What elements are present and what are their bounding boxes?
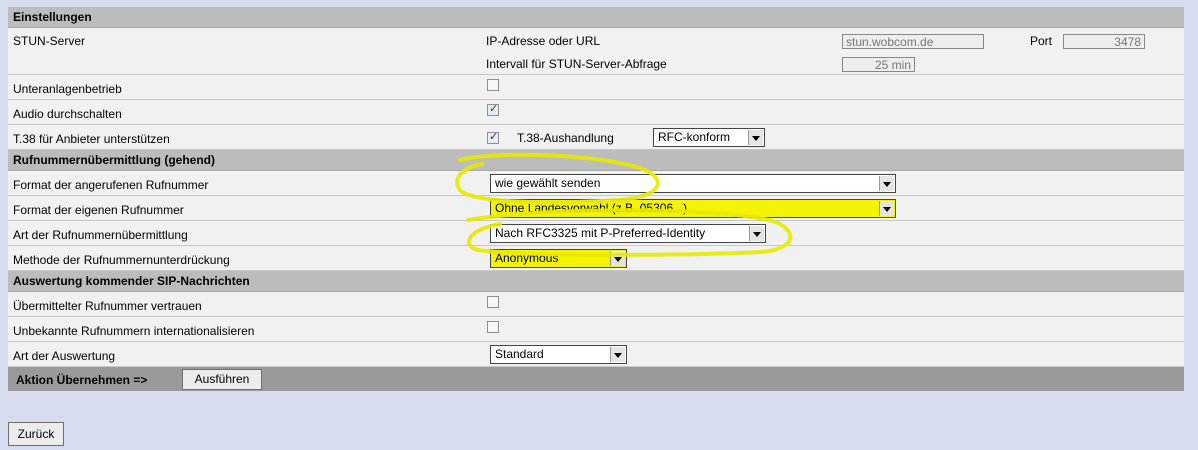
evaluation-type-value: Standard [495, 347, 544, 361]
internationalize-checkbox[interactable] [487, 321, 499, 333]
chevron-down-icon [879, 176, 894, 191]
row-transmission-type: Art der Rufnummernübermittlung Nach RFC3… [8, 221, 1184, 246]
t38-negotiation-value: RFC-konform [658, 130, 731, 144]
chevron-down-icon [748, 130, 763, 145]
section-title: Einstellungen [13, 10, 92, 24]
t38-negotiation-select[interactable]: RFC-konform [653, 128, 765, 147]
stun-port-input[interactable]: 3478 [1063, 34, 1145, 49]
transmission-type-value: Nach RFC3325 mit P-Preferred-Identity [495, 226, 706, 240]
evaluation-type-select[interactable]: Standard [490, 345, 627, 364]
row-format-called: Format der angerufenen Rufnummer wie gew… [8, 171, 1184, 196]
evaluation-type-label: Art der Auswertung [13, 349, 116, 363]
format-own-label: Format der eigenen Rufnummer [13, 203, 184, 217]
row-stun-server: STUN-Server IP-Adresse oder URL stun.wob… [8, 28, 1184, 75]
internationalize-label: Unbekannte Rufnummern internationalisier… [13, 324, 255, 338]
audio-checkbox[interactable] [487, 102, 499, 116]
format-called-value: wie gewählt senden [495, 176, 601, 190]
row-internationalize: Unbekannte Rufnummern internationalisier… [8, 317, 1184, 342]
format-called-label: Format der angerufenen Rufnummer [13, 178, 209, 192]
suppression-method-label: Methode der Rufnummernunterdrückung [13, 253, 230, 267]
interval-label: Intervall für STUN-Server-Abfrage [486, 57, 667, 71]
port-label: Port [1030, 34, 1053, 48]
transmission-type-select[interactable]: Nach RFC3325 mit P-Preferred-Identity [490, 224, 766, 243]
stun-interval-input[interactable]: 25 min [842, 57, 915, 72]
section-title: Rufnummernübermittlung (gehend) [13, 153, 215, 167]
format-own-value: Ohne Landesvorwahl (z.B. 05306...) [495, 201, 688, 215]
format-called-select[interactable]: wie gewählt senden [490, 174, 896, 193]
suppression-method-select[interactable]: Anonymous [490, 249, 627, 268]
t38-label: T.38 für Anbieter unterstützen [13, 132, 170, 146]
row-suppression-method: Methode der Rufnummernunterdrückung Anon… [8, 246, 1184, 271]
settings-panel: Einstellungen STUN-Server IP-Adresse ode… [8, 7, 1184, 391]
suppression-method-value: Anonymous [495, 251, 559, 265]
unteranlagen-label: Unteranlagenbetrieb [13, 82, 122, 96]
row-unteranlagenbetrieb: Unteranlagenbetrieb [8, 75, 1184, 100]
ip-url-label: IP-Adresse oder URL [486, 34, 601, 48]
execute-button[interactable]: Ausführen [182, 369, 262, 390]
stun-ip-input[interactable]: stun.wobcom.de [842, 34, 984, 49]
row-audio: Audio durchschalten [8, 100, 1184, 125]
stun-server-label: STUN-Server [13, 34, 86, 48]
row-format-own: Format der eigenen Rufnummer Ohne Landes… [8, 196, 1184, 221]
section-header-settings: Einstellungen [8, 7, 1184, 28]
row-evaluation-type: Art der Auswertung Standard [8, 342, 1184, 367]
section-header-incoming-sip: Auswertung kommender SIP-Nachrichten [8, 271, 1184, 292]
section-title: Auswertung kommender SIP-Nachrichten [13, 274, 250, 288]
trust-number-checkbox[interactable] [487, 296, 499, 308]
row-trust-number: Übermittelter Rufnummer vertrauen [8, 292, 1184, 317]
format-own-select[interactable]: Ohne Landesvorwahl (z.B. 05306...) [490, 199, 896, 218]
action-label: Aktion Übernehmen => [16, 373, 148, 387]
chevron-down-icon [749, 226, 764, 241]
trust-number-label: Übermittelter Rufnummer vertrauen [13, 299, 202, 313]
action-bar: Aktion Übernehmen => Ausführen [8, 367, 1184, 391]
chevron-down-icon [610, 251, 625, 266]
t38-negotiation-label: T.38-Aushandlung [517, 131, 614, 145]
unteranlagen-checkbox[interactable] [487, 79, 499, 91]
chevron-down-icon [610, 347, 625, 362]
transmission-type-label: Art der Rufnummernübermittlung [13, 228, 188, 242]
row-t38: T.38 für Anbieter unterstützen T.38-Aush… [8, 125, 1184, 150]
t38-checkbox[interactable] [487, 130, 499, 144]
section-header-number-transmission: Rufnummernübermittlung (gehend) [8, 150, 1184, 171]
chevron-down-icon [879, 201, 894, 216]
back-button[interactable]: Zurück [8, 422, 64, 446]
audio-label: Audio durchschalten [13, 107, 122, 121]
